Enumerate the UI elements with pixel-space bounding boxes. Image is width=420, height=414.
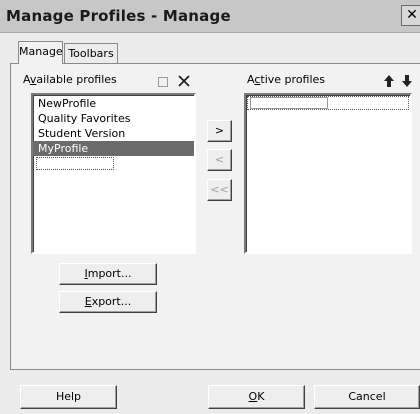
available-profiles-label: Available profiles [23, 73, 117, 86]
import-button[interactable]: Import... [59, 263, 157, 285]
list-item[interactable]: MyProfile [33, 141, 194, 156]
help-button[interactable]: Help [20, 385, 117, 409]
list-item[interactable]: Student Version [33, 126, 194, 141]
cancel-button[interactable]: Cancel [314, 385, 420, 409]
active-profiles-list[interactable] [244, 93, 412, 254]
ok-button[interactable]: OK [208, 385, 305, 409]
remove-from-active-button[interactable]: < [207, 149, 232, 171]
manage-tab-panel: Available profiles NewProfile Quality Fav… [10, 63, 420, 370]
tab-toolbars[interactable]: Toolbars [64, 43, 118, 63]
remove-all-button[interactable]: << [207, 179, 232, 201]
list-item[interactable]: NewProfile [33, 96, 194, 111]
move-up-arrow-icon[interactable] [383, 74, 395, 88]
title-bar[interactable]: Manage Profiles - Manage ✕ [0, 0, 420, 33]
active-profile-edit-field[interactable] [250, 97, 328, 109]
delete-icon[interactable] [177, 74, 191, 88]
export-button[interactable]: Export... [59, 291, 157, 313]
list-item[interactable]: Quality Favorites [33, 111, 194, 126]
close-button[interactable]: ✕ [401, 5, 420, 26]
active-list-focus-row[interactable] [247, 96, 409, 110]
window-title: Manage Profiles - Manage [6, 7, 231, 25]
close-icon: ✕ [406, 7, 418, 23]
dialog-window: Manage Profiles - Manage ✕ Available pro… [0, 0, 420, 414]
move-down-arrow-icon[interactable] [401, 74, 413, 88]
active-profiles-label: Active profiles [247, 73, 326, 86]
new-profile-edit-field[interactable] [36, 157, 114, 170]
available-profiles-list[interactable]: NewProfile Quality Favorites Student Versi… [31, 93, 196, 254]
add-to-active-button[interactable]: > [207, 120, 232, 142]
new-profile-icon[interactable] [157, 76, 171, 88]
tab-manage[interactable]: Manage [18, 41, 63, 64]
